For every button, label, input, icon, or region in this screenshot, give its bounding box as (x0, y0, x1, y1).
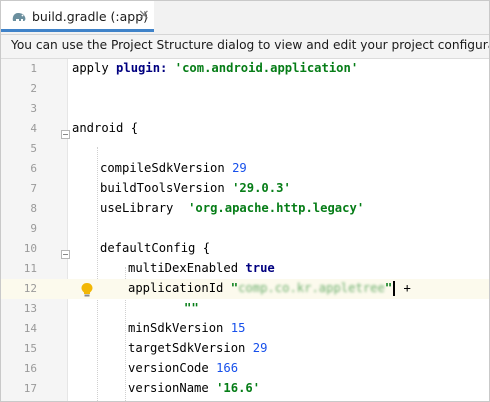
code-text[interactable]: minSdkVersion 15 (128, 321, 245, 335)
code-line: 4 android { (1, 119, 489, 139)
code-text[interactable]: defaultConfig { (100, 241, 210, 255)
code-line: 16 versionCode 166 (1, 359, 489, 379)
code-text[interactable]: versionCode 166 (128, 361, 238, 375)
code-line: 5 (1, 139, 489, 159)
fold-icon[interactable] (61, 124, 70, 139)
code-line: 17 versionName '16.6' (1, 379, 489, 399)
code-text[interactable]: android { (72, 121, 138, 135)
code-line: 7 buildToolsVersion '29.0.3' (1, 179, 489, 199)
editor-window: build.gradle (:app) × You can use the Pr… (0, 0, 490, 402)
line-number: 6 (30, 162, 37, 175)
code-text[interactable]: "" (184, 301, 199, 315)
code-line: 6 compileSdkVersion 29 (1, 159, 489, 179)
line-number: 11 (23, 262, 37, 275)
code-text[interactable]: useLibrary 'org.apache.http.legacy' (100, 201, 364, 215)
code-line: 15 targetSdkVersion 29 (1, 339, 489, 359)
code-text[interactable]: targetSdkVersion 29 (128, 341, 267, 355)
line-number: 16 (23, 362, 37, 375)
code-line: 2 (1, 79, 489, 99)
line-number: 10 (23, 242, 37, 255)
code-line: 10 defaultConfig { (1, 239, 489, 259)
line-number: 3 (30, 102, 37, 115)
blurred-application-id: comp.co.kr.appletree (238, 281, 385, 295)
line-number: 4 (30, 122, 37, 135)
gradle-elephant-icon (11, 9, 27, 23)
line-number: 13 (23, 302, 37, 315)
line-number: 12 (1, 282, 37, 295)
line-number: 8 (30, 202, 37, 215)
code-text[interactable]: applicationId "comp.co.kr.appletree" + (128, 281, 411, 296)
line-number: 7 (30, 182, 37, 195)
line-number: 17 (23, 382, 37, 395)
close-icon[interactable]: × (138, 7, 150, 23)
text-caret (393, 281, 396, 296)
line-number: 1 (30, 62, 37, 75)
code-text[interactable]: apply plugin: 'com.android.application' (72, 61, 358, 75)
code-line: 8 useLibrary 'org.apache.http.legacy' (1, 199, 489, 219)
code-text[interactable]: multiDexEnabled true (128, 261, 275, 275)
line-number: 5 (30, 142, 37, 155)
code-line: 1 apply plugin: 'com.android.application… (1, 59, 489, 79)
code-line: 3 (1, 99, 489, 119)
tab-bar: build.gradle (:app) × (1, 1, 489, 35)
code-line-current: 12 applicationId "comp.co.kr.appletree" … (1, 279, 489, 299)
line-number: 14 (23, 322, 37, 335)
code-line: 9 (1, 219, 489, 239)
project-structure-banner: You can use the Project Structure dialog… (1, 35, 489, 59)
code-line: 11 multiDexEnabled true (1, 259, 489, 279)
line-number: 2 (30, 82, 37, 95)
code-editor[interactable]: 1 apply plugin: 'com.android.application… (1, 59, 489, 401)
lightbulb-icon[interactable] (80, 282, 94, 298)
tab-title: build.gradle (:app) (32, 9, 149, 24)
tab-build-gradle[interactable]: build.gradle (:app) × (1, 1, 154, 32)
code-text[interactable]: compileSdkVersion 29 (100, 161, 247, 175)
line-number: 9 (30, 222, 37, 235)
fold-icon[interactable] (61, 244, 70, 259)
line-number: 15 (23, 342, 37, 355)
code-line: 13 "" (1, 299, 489, 319)
code-text[interactable]: versionName '16.6' (128, 381, 260, 395)
code-text[interactable]: buildToolsVersion '29.0.3' (100, 181, 291, 195)
code-line: 14 minSdkVersion 15 (1, 319, 489, 339)
banner-text: You can use the Project Structure dialog… (11, 38, 490, 52)
